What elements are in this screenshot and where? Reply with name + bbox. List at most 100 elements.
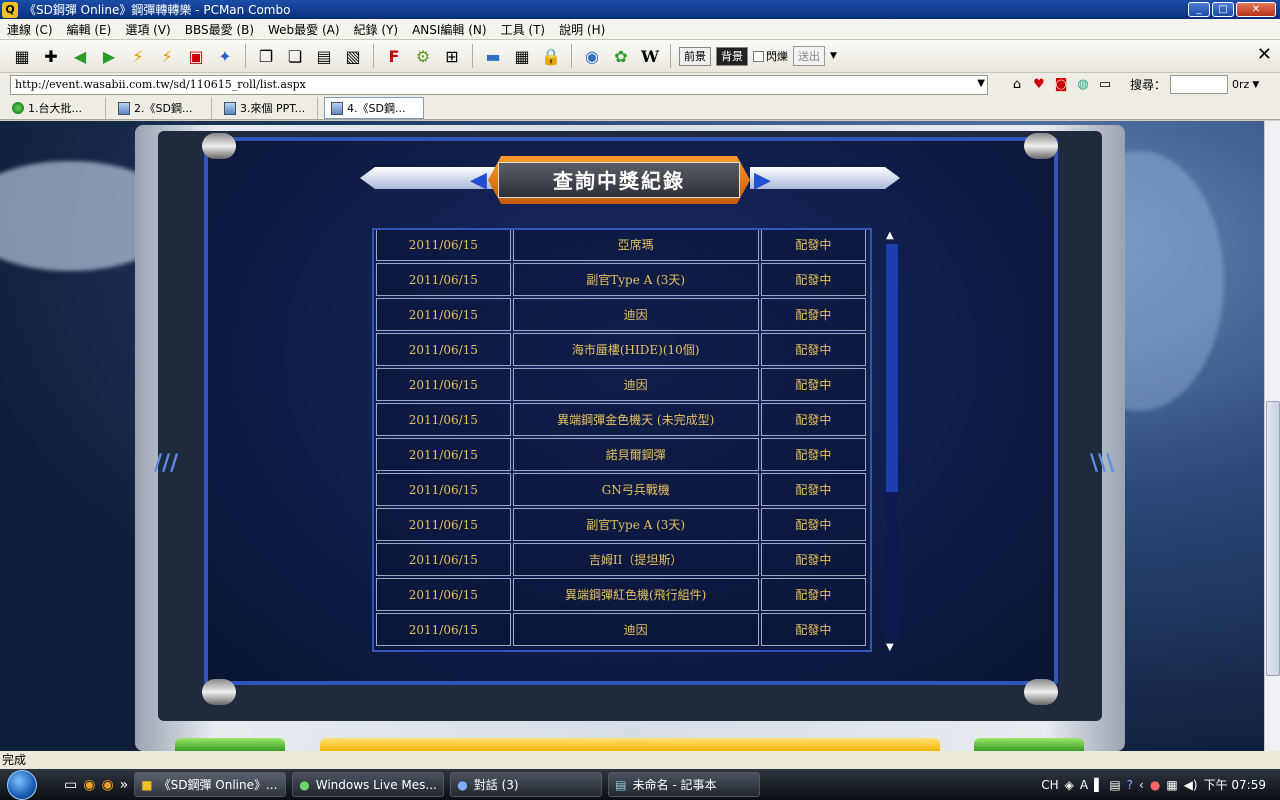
address-book-icon[interactable]: ▦ (10, 44, 34, 68)
ime-options-icon[interactable]: ▤ (1109, 778, 1120, 792)
record-item: 諾貝爾鋼彈 (512, 438, 759, 471)
tab-1[interactable]: 1.台大批... (6, 97, 106, 119)
disconnect-icon[interactable]: ⚡ (155, 44, 179, 68)
menu-bbs-favorites[interactable]: BBS最愛 (B) (178, 21, 261, 38)
tab-4[interactable]: 4.《SD鋼... (324, 97, 424, 119)
records-scrollbar[interactable]: ▲ ▼ (883, 228, 901, 654)
volume-icon[interactable]: ◀) (1184, 778, 1198, 792)
taskbar-item[interactable]: ▤ 未命名 - 記事本 (608, 772, 761, 797)
green-button-peek[interactable] (175, 738, 285, 751)
copy-icon[interactable]: ❐ (254, 44, 278, 68)
taskbar-item-label: 未命名 - 記事本 (632, 778, 717, 792)
menu-web-favorites[interactable]: Web最愛 (A) (261, 21, 347, 38)
search-engine-dropdown-icon[interactable]: ▼ (1252, 80, 1259, 90)
page-scrollbar[interactable] (1264, 121, 1280, 751)
screenshot-icon[interactable]: ▧ (341, 44, 365, 68)
lock-icon[interactable]: 🔒 (539, 44, 563, 68)
banner-wing (360, 167, 510, 189)
expand-chevron-icon[interactable]: » (120, 777, 129, 793)
font-icon[interactable]: F (382, 44, 406, 68)
send-dropdown-icon[interactable]: ▼ (830, 51, 837, 61)
url-text: http://event.wasabii.com.tw/sd/110615_ro… (15, 77, 306, 91)
fullscreen-icon[interactable]: ⊞ (440, 44, 464, 68)
refresh-icon[interactable]: ◙ (1052, 76, 1070, 94)
tab-2[interactable]: 2.《SD鋼... (112, 97, 212, 119)
ime-icon[interactable]: ◈ (1065, 778, 1074, 792)
search-input[interactable] (1170, 75, 1229, 94)
taskbar-item[interactable]: ● 對話 (3) (450, 772, 603, 797)
scroll-track[interactable] (886, 244, 898, 638)
favorite-icon[interactable]: ♥ (1030, 76, 1048, 94)
ime-mode-icon[interactable]: A (1080, 778, 1088, 792)
close-window-button[interactable]: ✕ (1236, 2, 1276, 17)
scroll-up-arrow-icon[interactable]: ▲ (886, 230, 894, 241)
record-item: 迪因 (512, 368, 759, 401)
menu-history[interactable]: 紀錄 (Y) (347, 21, 406, 38)
back-arrow-icon[interactable]: ◀ (68, 44, 92, 68)
record-item: 異端鋼彈金色機天 (未完成型) (512, 403, 759, 436)
table-row: 2011/06/15 迪因 配發中 (376, 368, 866, 401)
blink-label: 閃爍 (766, 50, 788, 63)
blink-checkbox[interactable]: 閃爍 (753, 48, 788, 64)
pin-icon[interactable]: ✦ (213, 44, 237, 68)
tab-3[interactable]: 3.來個 PPT... (218, 97, 318, 119)
background-color-button[interactable]: 背景 (716, 46, 748, 66)
menu-options[interactable]: 選項 (V) (118, 21, 177, 38)
settings-gear-icon[interactable]: ⚙ (411, 44, 435, 68)
media-player-icon[interactable]: ◉ (101, 777, 113, 793)
paste-icon[interactable]: ❏ (283, 44, 307, 68)
status-bar: 完成 (0, 751, 1280, 769)
side-chevron-icon: \\\ (1090, 451, 1115, 476)
tab-bar: 1.台大批... 2.《SD鋼... 3.來個 PPT... 4.《SD鋼... (0, 96, 1280, 120)
start-button[interactable] (0, 769, 44, 800)
grid-icon[interactable]: ▦ (510, 44, 534, 68)
scroll-down-arrow-icon[interactable]: ▼ (886, 642, 894, 653)
show-desktop-icon[interactable]: ▭ (64, 777, 77, 793)
menu-help[interactable]: 說明 (H) (552, 21, 612, 38)
table-row: 2011/06/15 吉姆II（提坦斯） 配發中 (376, 543, 866, 576)
page-scroll-thumb[interactable] (1266, 401, 1280, 676)
menu-ansi-edit[interactable]: ANSI編輯 (N) (405, 21, 494, 38)
web-page-icon (118, 101, 130, 115)
image-icon[interactable]: ▬ (481, 44, 505, 68)
clock[interactable]: 下午 07:59 (1204, 776, 1266, 793)
menu-tools[interactable]: 工具 (T) (494, 21, 553, 38)
status-text: 完成 (2, 753, 27, 767)
send-button[interactable]: 送出 (793, 46, 825, 66)
copy-ansi-icon[interactable]: ▤ (312, 44, 336, 68)
search-tool-icon[interactable]: ◉ (580, 44, 604, 68)
table-row: 2011/06/15 迪因 配發中 (376, 298, 866, 331)
menu-edit[interactable]: 編輯 (E) (60, 21, 119, 38)
taskbar-item[interactable]: ■ 《SD鋼彈 Online》... (134, 772, 287, 797)
close-tab-icon[interactable]: ▣ (184, 44, 208, 68)
globe-icon[interactable]: ◍ (1074, 76, 1092, 94)
home-icon[interactable]: ⌂ (1008, 76, 1026, 94)
foreground-color-button[interactable]: 前景 (679, 46, 711, 66)
title-bar: Q 《SD鋼彈 Online》鋼彈轉轉樂 - PCMan Combo _ □ ✕ (0, 0, 1280, 19)
url-input[interactable]: http://event.wasabii.com.tw/sd/110615_ro… (10, 74, 988, 95)
record-status: 配發中 (760, 298, 866, 331)
wikipedia-icon[interactable]: W (638, 44, 662, 68)
tray-expand-icon[interactable]: ‹ (1139, 778, 1144, 792)
close-tab-button[interactable]: ✕ (1257, 44, 1272, 65)
network-icon[interactable]: ▦ (1166, 778, 1177, 792)
window-icon[interactable]: ▭ (1096, 76, 1114, 94)
help-icon[interactable]: ? (1127, 778, 1133, 792)
scroll-thumb[interactable] (886, 244, 898, 492)
ime-fullwidth-icon[interactable]: ▌ (1094, 778, 1103, 792)
new-connection-icon[interactable]: ✚ (39, 44, 63, 68)
clover-icon[interactable]: ✿ (609, 44, 633, 68)
media-player-icon[interactable]: ◉ (83, 777, 95, 793)
reconnect-icon[interactable]: ⚡ (126, 44, 150, 68)
maximize-button[interactable]: □ (1212, 2, 1234, 17)
search-engine-select[interactable]: 0rz (1232, 78, 1249, 91)
forward-arrow-icon[interactable]: ▶ (97, 44, 121, 68)
taskbar-item[interactable]: ● Windows Live Mes... (292, 772, 445, 797)
antivirus-icon[interactable]: ● (1150, 778, 1160, 792)
record-status: 配發中 (760, 473, 866, 506)
url-dropdown-icon[interactable]: ▼ (977, 78, 985, 89)
input-language[interactable]: CH (1041, 778, 1058, 792)
green-button-peek[interactable] (974, 738, 1084, 751)
menu-connection[interactable]: 連線 (C) (0, 21, 60, 38)
minimize-button[interactable]: _ (1188, 2, 1210, 17)
